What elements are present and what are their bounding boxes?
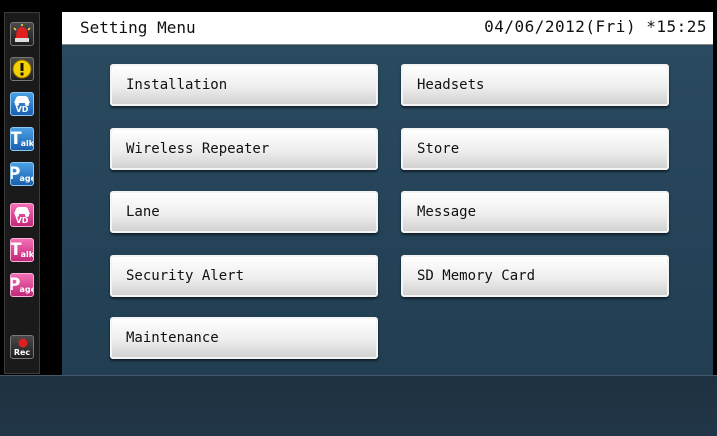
- page-title: Setting Menu: [80, 18, 196, 37]
- installation-button[interactable]: Installation: [110, 64, 378, 106]
- record-icon: Rec: [10, 335, 34, 359]
- alarm-lamp-icon: [10, 22, 34, 46]
- page-icon: Page: [10, 273, 34, 297]
- page-icon: Page: [10, 162, 34, 186]
- vd-label: VD: [15, 216, 29, 225]
- sd-memory-card-button[interactable]: SD Memory Card: [401, 255, 669, 297]
- talk-icon: Talk: [10, 238, 34, 262]
- vd-label: VD: [15, 105, 29, 114]
- menu-panel: Installation Wireless Repeater Lane Secu…: [62, 45, 713, 375]
- maintenance-button[interactable]: Maintenance: [110, 317, 378, 359]
- footer-bar: [0, 375, 717, 436]
- security-alert-button[interactable]: Security Alert: [110, 255, 378, 297]
- wireless-repeater-button[interactable]: Wireless Repeater: [110, 128, 378, 170]
- rec-label: Rec: [13, 348, 31, 357]
- lane-button[interactable]: Lane: [110, 191, 378, 233]
- message-button[interactable]: Message: [401, 191, 669, 233]
- headsets-button[interactable]: Headsets: [401, 64, 669, 106]
- vehicle-detector-icon: VD: [10, 203, 34, 227]
- warning-icon: [10, 57, 34, 81]
- status-sidebar: VD Talk Page VD Talk Page Rec: [4, 12, 40, 374]
- talk-icon: Talk: [10, 127, 34, 151]
- date-time: 04/06/2012(Fri) *15:25: [484, 17, 707, 36]
- header-bar: Setting Menu 04/06/2012(Fri) *15:25: [62, 12, 713, 45]
- store-button[interactable]: Store: [401, 128, 669, 170]
- vehicle-detector-icon: VD: [10, 92, 34, 116]
